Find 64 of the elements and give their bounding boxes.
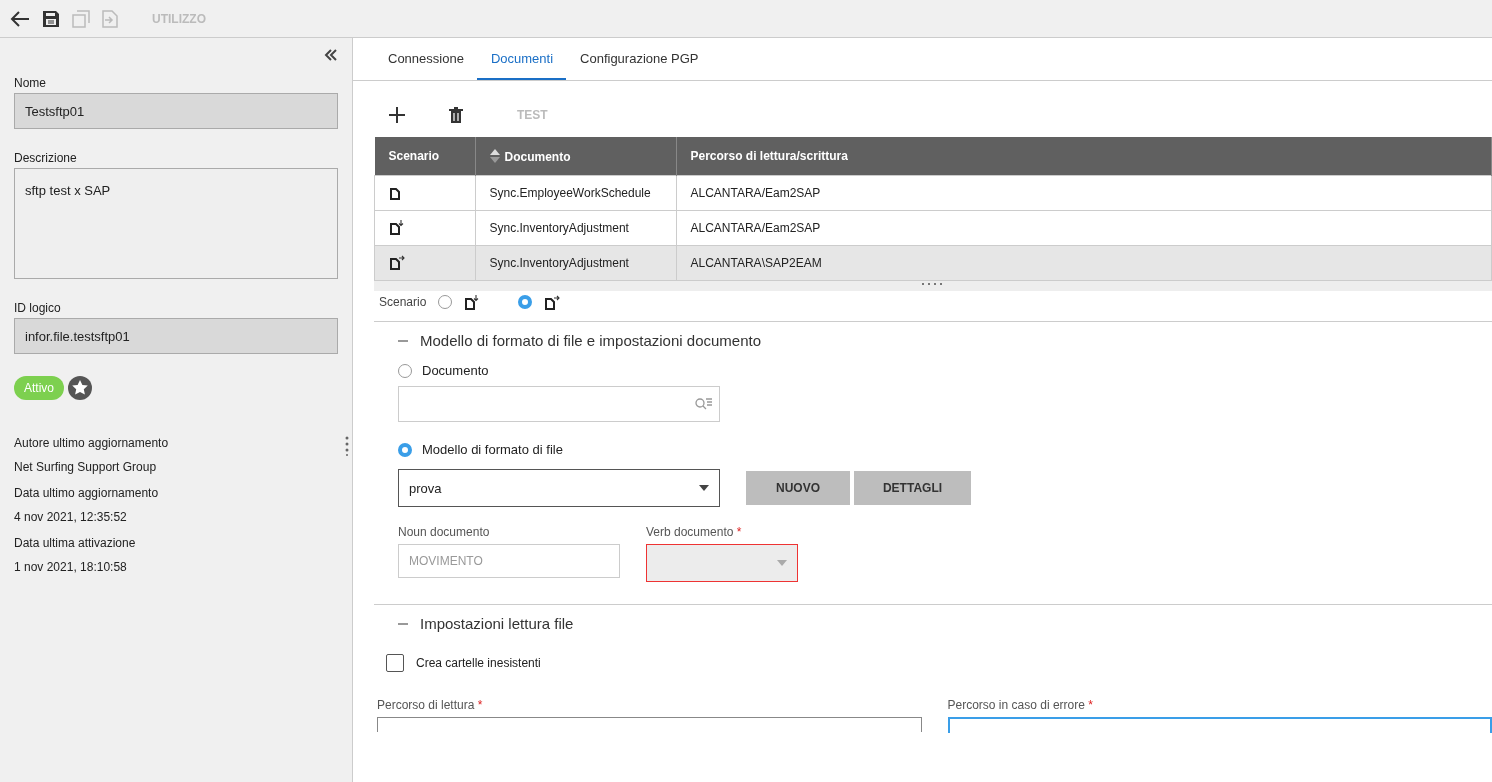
- field-label: Percorso in caso di errore *: [947, 698, 1094, 712]
- search-field[interactable]: [398, 386, 720, 422]
- tab[interactable]: Documenti: [476, 38, 567, 80]
- checkbox-label: Crea cartelle inesistenti: [416, 656, 541, 670]
- path-field[interactable]: [947, 717, 1492, 733]
- section-title: Impostazioni lettura file: [420, 615, 574, 632]
- table-cell: Sync.InventoryAdjustment: [475, 245, 676, 281]
- back-arrow-icon[interactable]: [10, 9, 30, 28]
- save-icon[interactable]: [42, 9, 60, 28]
- resize-handle-icon[interactable]: [922, 283, 944, 286]
- document-icon: [389, 253, 405, 270]
- radio-button[interactable]: [398, 363, 412, 378]
- column-header[interactable]: Percorso di lettura/scrittura: [676, 137, 1492, 176]
- sort-icon[interactable]: [489, 148, 500, 163]
- action-button[interactable]: NUOVO: [746, 471, 850, 505]
- field-label: Descrizione: [14, 151, 78, 165]
- field-label: ID logico: [14, 301, 62, 315]
- document-icon: [389, 218, 405, 235]
- tab[interactable]: Configurazione PGP: [566, 38, 712, 80]
- meta-value: 4 nov 2021, 12:35:52: [14, 510, 128, 524]
- table-cell: Sync.EmployeeWorkSchedule: [475, 175, 676, 211]
- collapse-icon[interactable]: [324, 48, 338, 62]
- status-badge: Attivo: [14, 376, 64, 400]
- caret-icon: [777, 560, 787, 566]
- meta-label: Data ultimo aggiornamento: [14, 486, 160, 500]
- table-cell: ALCANTARA/Eam2SAP: [676, 210, 1492, 246]
- field-label: Verb documento *: [646, 525, 743, 539]
- meta-value: Net Surfing Support Group: [14, 460, 158, 474]
- scenario-label: Scenario: [379, 295, 427, 309]
- verb-dropdown[interactable]: [646, 544, 798, 582]
- caret-icon: [699, 485, 709, 491]
- document-icon: [464, 294, 481, 310]
- field-label: Noun documento: [398, 525, 491, 539]
- column-header[interactable]: Documento: [475, 137, 676, 176]
- field-label: Percorso di lettura *: [377, 698, 484, 712]
- trash-icon[interactable]: [449, 107, 463, 123]
- drag-handle-icon[interactable]: [344, 436, 350, 456]
- text-field[interactable]: Testsftp01: [14, 93, 338, 129]
- radio-button[interactable]: [398, 442, 412, 457]
- radio-button[interactable]: [438, 295, 453, 309]
- collapse-section-icon[interactable]: [398, 339, 408, 342]
- table-cell: ALCANTARA/Eam2SAP: [676, 175, 1492, 211]
- document-icon: [544, 294, 561, 310]
- tab[interactable]: Connessione: [374, 38, 477, 80]
- section-title: Modello di formato di file e impostazioni documento: [420, 332, 761, 349]
- meta-label: Data ultima attivazione: [14, 536, 137, 550]
- text-field[interactable]: sftp test x SAP: [14, 168, 338, 279]
- checkbox[interactable]: [386, 654, 404, 672]
- field-label: Nome: [14, 76, 47, 90]
- radio-button[interactable]: [518, 295, 533, 309]
- path-field[interactable]: [377, 717, 922, 732]
- collapse-section-icon[interactable]: [398, 622, 408, 625]
- option-label: Documento: [422, 363, 489, 378]
- column-header[interactable]: Scenario: [374, 137, 475, 176]
- table-cell: ALCANTARA\SAP2EAM: [676, 245, 1492, 281]
- table-cell: Sync.InventoryAdjustment: [475, 210, 676, 246]
- search-icon[interactable]: [695, 397, 713, 411]
- action-button[interactable]: DETTAGLI: [854, 471, 971, 505]
- template-dropdown[interactable]: prova: [398, 469, 720, 507]
- meta-value: 1 nov 2021, 18:10:58: [14, 560, 128, 574]
- option-label: Modello di formato di file: [422, 442, 563, 457]
- add-icon[interactable]: [389, 107, 405, 123]
- meta-label: Autore ultimo aggiornamento: [14, 436, 170, 450]
- text-field[interactable]: infor.file.testsftp01: [14, 318, 338, 354]
